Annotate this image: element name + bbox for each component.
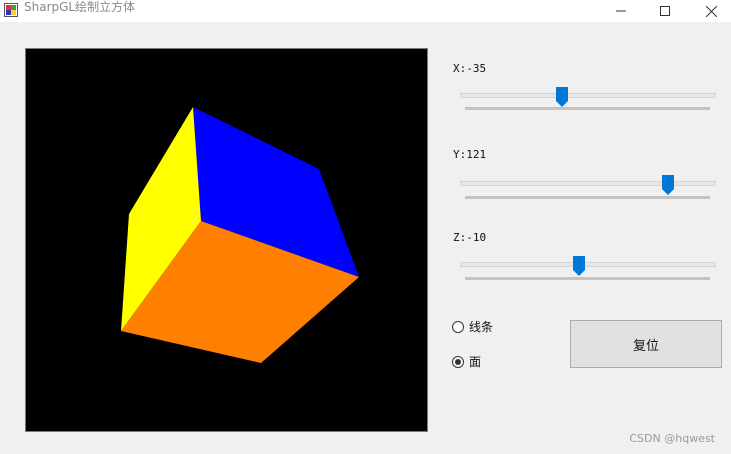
x-rotation-slider-ticks xyxy=(465,107,710,110)
x-rotation-label: X:-35 xyxy=(453,62,487,75)
close-button[interactable] xyxy=(689,0,731,22)
wireframe-radio-indicator[interactable] xyxy=(452,320,464,333)
maximize-icon xyxy=(660,6,670,16)
y-rotation-slider-thumb[interactable] xyxy=(662,175,675,195)
minimize-icon xyxy=(616,10,626,12)
z-rotation-label: Z:-10 xyxy=(453,231,487,244)
y-rotation-label: Y:121 xyxy=(453,148,487,161)
maximize-button[interactable] xyxy=(643,0,687,22)
solid-face-radio-label: 面 xyxy=(469,355,482,369)
wireframe-radio[interactable]: 线条 xyxy=(452,318,493,335)
title-bar: SharpGL绘制立方体 xyxy=(0,0,731,22)
y-rotation-slider-ticks xyxy=(465,196,710,199)
cube-render xyxy=(121,107,359,363)
z-rotation-slider-track[interactable] xyxy=(460,262,716,267)
close-icon xyxy=(705,5,717,17)
solid-face-radio-indicator[interactable] xyxy=(452,355,464,368)
reset-button-label: 复位 xyxy=(632,338,659,354)
z-rotation-slider-ticks xyxy=(465,277,710,280)
x-rotation-slider-track[interactable] xyxy=(460,93,716,98)
solid-face-radio[interactable]: 面 xyxy=(452,353,481,370)
z-rotation-slider-thumb[interactable] xyxy=(573,256,586,276)
window-title: SharpGL绘制立方体 xyxy=(24,0,136,14)
x-rotation-slider-thumb[interactable] xyxy=(555,87,568,107)
reset-button[interactable]: 复位 xyxy=(570,320,722,368)
minimize-button[interactable] xyxy=(599,0,643,22)
watermark: CSDN @hqwest xyxy=(629,432,715,445)
app-icon xyxy=(4,2,18,17)
y-rotation-slider-track[interactable] xyxy=(460,181,716,186)
opengl-viewport[interactable] xyxy=(25,48,428,432)
wireframe-radio-label: 线条 xyxy=(469,320,494,334)
